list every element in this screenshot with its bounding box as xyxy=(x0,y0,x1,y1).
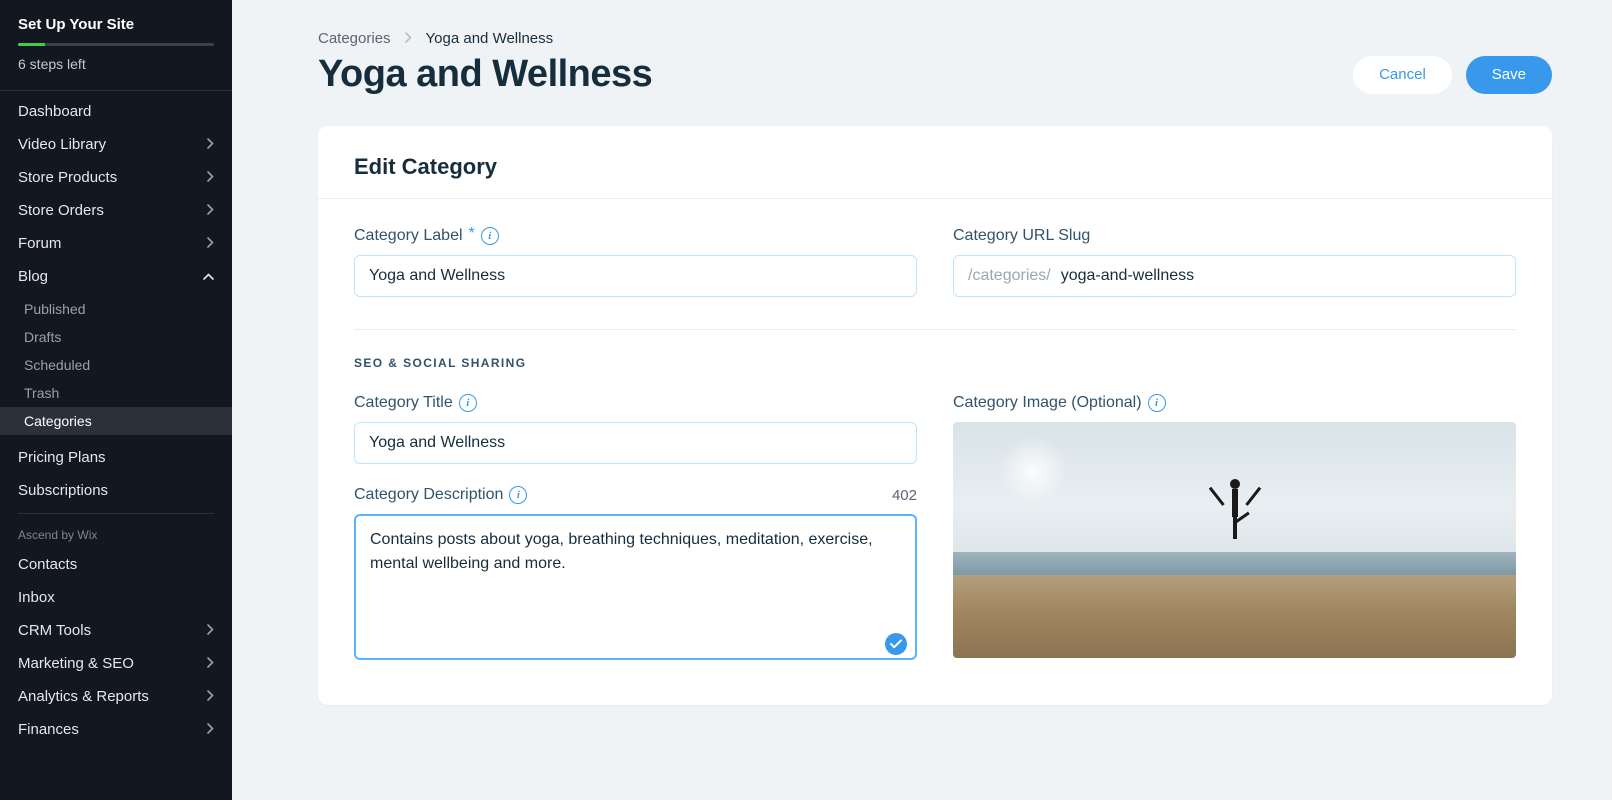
chevron-right-icon xyxy=(405,30,412,47)
sidebar-item-label: Subscriptions xyxy=(18,482,108,499)
breadcrumb-root[interactable]: Categories xyxy=(318,30,391,47)
chevron-right-icon xyxy=(207,723,214,737)
category-slug-field-label: Category URL Slug xyxy=(953,227,1516,245)
sidebar-item-crm-tools[interactable]: CRM Tools xyxy=(0,614,232,647)
sidebar-item-label: Pricing Plans xyxy=(18,449,106,466)
sidebar-item-pricing-plans[interactable]: Pricing Plans xyxy=(0,441,232,474)
info-icon[interactable]: i xyxy=(481,227,499,245)
sidebar-item-label: Dashboard xyxy=(18,103,91,120)
category-label-input[interactable] xyxy=(354,255,917,297)
page-header: Yoga and Wellness Cancel Save xyxy=(318,53,1552,96)
category-slug-wrapper: /categories/ xyxy=(953,255,1516,297)
sidebar-item-finances[interactable]: Finances xyxy=(0,713,232,746)
sidebar-item-video-library[interactable]: Video Library xyxy=(0,128,232,161)
divider xyxy=(18,513,214,514)
yoga-person-icon xyxy=(1230,479,1240,539)
sidebar-item-label: Store Products xyxy=(18,169,117,186)
sidebar-subitem-categories[interactable]: Categories xyxy=(0,407,232,435)
sidebar-item-label: Store Orders xyxy=(18,202,104,219)
sidebar: Set Up Your Site 6 steps left Dashboard … xyxy=(0,0,232,800)
info-icon[interactable]: i xyxy=(459,394,477,412)
sidebar-item-label: Analytics & Reports xyxy=(18,688,149,705)
field-label-text: Category Image (Optional) xyxy=(953,394,1142,412)
category-slug-input[interactable] xyxy=(1061,256,1515,296)
category-description-textarea[interactable] xyxy=(354,514,917,660)
sidebar-item-label: Marketing & SEO xyxy=(18,655,134,672)
sidebar-item-blog[interactable]: Blog xyxy=(0,260,232,293)
chevron-right-icon xyxy=(207,138,214,152)
sidebar-item-label: CRM Tools xyxy=(18,622,91,639)
sidebar-item-analytics-reports[interactable]: Analytics & Reports xyxy=(0,680,232,713)
chevron-right-icon xyxy=(207,237,214,251)
cancel-button[interactable]: Cancel xyxy=(1353,56,1452,94)
category-title-field-label: Category Title i xyxy=(354,394,917,412)
info-icon[interactable]: i xyxy=(1148,394,1166,412)
field-label-text: Category Description xyxy=(354,486,503,504)
category-description-field-label: Category Description i xyxy=(354,486,527,504)
sidebar-item-marketing-seo[interactable]: Marketing & SEO xyxy=(0,647,232,680)
category-image-field-label: Category Image (Optional) i xyxy=(953,394,1516,412)
setup-progress xyxy=(18,43,214,46)
field-label-text: Category Title xyxy=(354,394,453,412)
sidebar-item-inbox[interactable]: Inbox xyxy=(0,581,232,614)
breadcrumb-current: Yoga and Wellness xyxy=(426,30,554,47)
slug-prefix: /categories/ xyxy=(954,267,1061,285)
card-title: Edit Category xyxy=(354,154,1516,180)
sidebar-item-store-orders[interactable]: Store Orders xyxy=(0,194,232,227)
chevron-right-icon xyxy=(207,624,214,638)
chevron-right-icon xyxy=(207,204,214,218)
sidebar-item-contacts[interactable]: Contacts xyxy=(0,548,232,581)
sidebar-blog-subitems: Published Drafts Scheduled Trash Categor… xyxy=(0,293,232,441)
sidebar-item-label: Contacts xyxy=(18,556,77,573)
setup-title: Set Up Your Site xyxy=(18,16,214,33)
category-label-field-label: Category Label * i xyxy=(354,227,917,245)
header-actions: Cancel Save xyxy=(1353,56,1552,94)
chevron-right-icon xyxy=(207,690,214,704)
sidebar-item-forum[interactable]: Forum xyxy=(0,227,232,260)
sidebar-item-label: Video Library xyxy=(18,136,106,153)
info-icon[interactable]: i xyxy=(509,486,527,504)
sidebar-item-subscriptions[interactable]: Subscriptions xyxy=(0,474,232,507)
sidebar-subitem-scheduled[interactable]: Scheduled xyxy=(0,351,232,379)
sidebar-item-label: Inbox xyxy=(18,589,55,606)
divider xyxy=(354,329,1516,330)
required-asterisk: * xyxy=(469,225,475,243)
seo-section-heading: SEO & SOCIAL SHARING xyxy=(354,356,1516,370)
sidebar-subitem-drafts[interactable]: Drafts xyxy=(0,323,232,351)
setup-site-box[interactable]: Set Up Your Site 6 steps left xyxy=(0,0,232,86)
sidebar-subitem-trash[interactable]: Trash xyxy=(0,379,232,407)
save-button[interactable]: Save xyxy=(1466,56,1552,94)
chevron-up-icon xyxy=(203,273,214,280)
sidebar-item-label: Forum xyxy=(18,235,61,252)
description-char-count: 402 xyxy=(892,487,917,504)
chevron-right-icon xyxy=(207,171,214,185)
page-title: Yoga and Wellness xyxy=(318,53,652,96)
chevron-right-icon xyxy=(207,657,214,671)
category-image-preview[interactable] xyxy=(953,422,1516,658)
field-label-text: Category Label xyxy=(354,227,463,245)
setup-steps-left: 6 steps left xyxy=(18,56,214,72)
sidebar-item-label: Blog xyxy=(18,268,48,285)
sidebar-item-dashboard[interactable]: Dashboard xyxy=(0,95,232,128)
sidebar-item-label: Finances xyxy=(18,721,79,738)
sidebar-section-ascend: Ascend by Wix xyxy=(0,518,232,548)
main-content: Categories Yoga and Wellness Yoga and We… xyxy=(232,0,1612,800)
breadcrumb: Categories Yoga and Wellness xyxy=(318,30,1552,47)
check-icon xyxy=(885,633,907,655)
divider xyxy=(318,198,1552,199)
edit-category-card: Edit Category Category Label * i Categor… xyxy=(318,126,1552,705)
divider xyxy=(0,90,232,91)
field-label-text: Category URL Slug xyxy=(953,227,1090,245)
category-title-input[interactable] xyxy=(354,422,917,464)
sidebar-subitem-published[interactable]: Published xyxy=(0,295,232,323)
sidebar-item-store-products[interactable]: Store Products xyxy=(0,161,232,194)
